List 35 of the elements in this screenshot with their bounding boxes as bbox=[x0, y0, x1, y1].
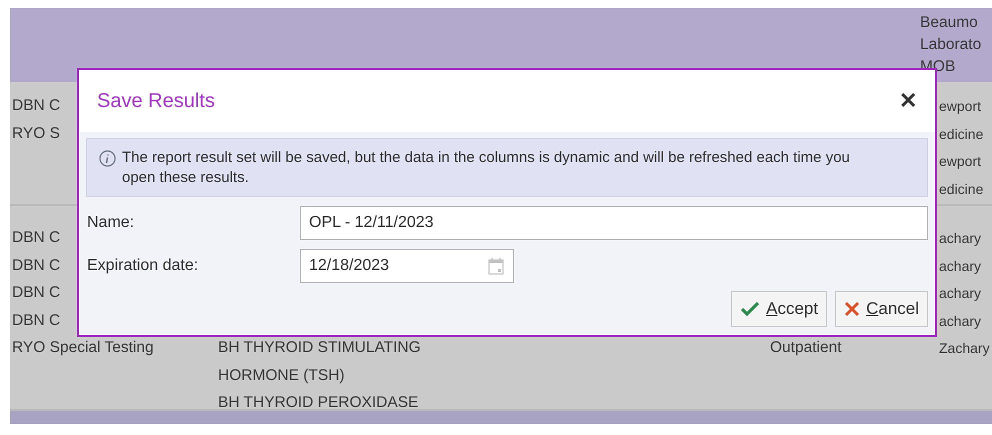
table-cell: HORMONE (TSH) bbox=[218, 366, 345, 386]
table-cell-text: ewport bbox=[939, 152, 982, 171]
table-cell-text: achary bbox=[939, 256, 982, 276]
table-cell-text: edicine bbox=[939, 124, 984, 144]
field-label: Expiration date: bbox=[87, 257, 200, 275]
table-cell: RYO S bbox=[12, 124, 60, 144]
table-cell: Outpatient bbox=[770, 338, 842, 358]
table-cell-text: Laborato bbox=[920, 35, 982, 55]
accept-button[interactable]: Accept bbox=[731, 291, 828, 327]
table-cell-text: Zachary bbox=[939, 339, 990, 358]
info-message: The report result set will be saved, but the data in the columns is dynamic and will be refreshed each time you open these results. bbox=[122, 148, 851, 188]
table-cell-text: achary bbox=[939, 229, 982, 248]
field-label: Name: bbox=[87, 214, 136, 232]
dialog-title: Save Results bbox=[97, 90, 215, 112]
x-mark-icon bbox=[844, 301, 860, 317]
table-cell: DBN C bbox=[12, 228, 60, 248]
checkmark-icon bbox=[740, 301, 760, 317]
table-cell: BH THYROID STIMULATING bbox=[218, 338, 421, 358]
date-field[interactable]: 12/18/2023 bbox=[300, 249, 514, 283]
info-icon bbox=[99, 150, 116, 167]
table-cell: RYO Special Testing bbox=[12, 338, 154, 358]
table-cell: DBN C bbox=[12, 256, 60, 276]
table-cell: BH THYROID PEROXIDASE bbox=[218, 393, 418, 413]
table-cell: DBN C bbox=[12, 310, 60, 330]
table-cell-text: achary bbox=[939, 284, 982, 303]
table-cell-text: edicine bbox=[939, 180, 984, 198]
table-cell-text: achary bbox=[939, 312, 982, 330]
cancel-button[interactable]: Cancel bbox=[835, 291, 928, 327]
name-field[interactable]: OPL - 12/11/2023 bbox=[300, 206, 928, 240]
table-cell: DBN C bbox=[12, 96, 60, 116]
table-cell-text: Beaumo bbox=[920, 13, 978, 33]
close-button[interactable]: ✕ bbox=[899, 88, 917, 114]
table-cell: DBN C bbox=[12, 283, 60, 303]
table-cell-text: ewport bbox=[939, 97, 982, 116]
calendar-icon[interactable] bbox=[488, 257, 504, 275]
